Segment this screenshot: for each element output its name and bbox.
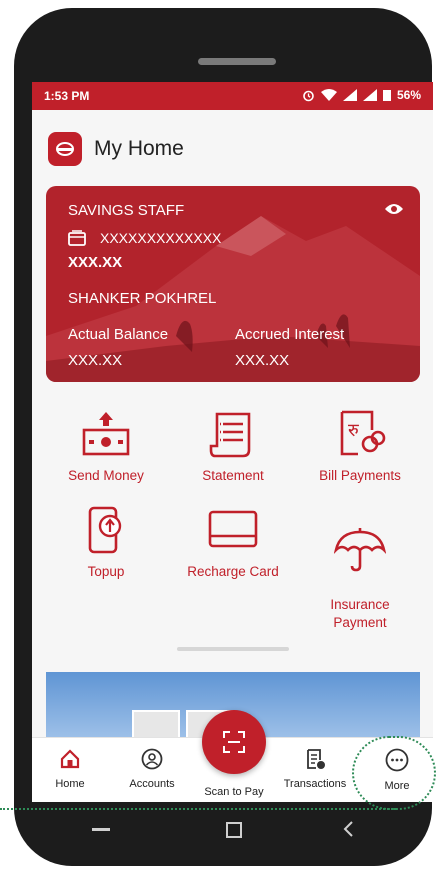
account-number: XXXXXXXXXXXXX <box>100 230 222 246</box>
umbrella-icon <box>334 528 386 572</box>
nav-accounts[interactable]: Accounts <box>122 748 182 790</box>
recharge-card-icon <box>208 510 258 548</box>
home-system-button[interactable] <box>226 822 242 838</box>
highlight-dotted-line <box>0 808 396 810</box>
bill-payments-button[interactable]: रु Bill Payments <box>298 410 422 483</box>
recharge-card-label: Recharge Card <box>187 564 279 579</box>
scan-to-pay-button[interactable] <box>202 710 266 774</box>
drag-handle[interactable] <box>177 647 289 651</box>
page-header: My Home <box>48 132 184 166</box>
statement-icon <box>209 412 251 458</box>
topup-label: Topup <box>87 564 125 579</box>
app-screen: 1:53 PM 56% My Home SAVINGS STAFF XXXXXX… <box>32 82 433 802</box>
signal-icon-2 <box>362 89 377 101</box>
topup-button[interactable]: Topup <box>44 506 168 579</box>
home-icon <box>60 749 80 769</box>
account-card[interactable]: SAVINGS STAFF XXXXXXXXXXXXX XXX.XX SHANK… <box>46 186 420 382</box>
send-money-label: Send Money <box>68 468 144 483</box>
back-icon[interactable] <box>342 820 354 838</box>
bill-payments-icon: रु <box>340 410 386 456</box>
account-balance: XXX.XX <box>68 254 123 271</box>
svg-text:रु: रु <box>348 420 359 441</box>
transactions-icon <box>307 749 325 769</box>
account-holder-name: SHANKER POKHREL <box>68 290 217 307</box>
highlight-circle <box>352 736 436 810</box>
accounts-icon <box>141 748 163 770</box>
send-money-icon <box>82 412 130 456</box>
nav-transactions-label: Transactions <box>283 778 347 790</box>
scan-icon <box>223 731 245 753</box>
accrued-interest-value: XXX.XX <box>235 352 290 369</box>
system-navigation-bar <box>32 806 433 856</box>
accrued-interest-label: Accrued Interest <box>235 326 345 343</box>
phone-speaker <box>198 58 276 65</box>
send-money-button[interactable]: Send Money <box>44 410 168 483</box>
nav-home-label: Home <box>55 778 85 790</box>
scan-to-pay-label: Scan to Pay <box>204 786 264 798</box>
topup-icon <box>88 506 122 554</box>
nav-home[interactable]: Home <box>46 748 94 790</box>
wifi-icon <box>320 89 337 101</box>
nav-transactions[interactable]: Transactions <box>278 748 352 790</box>
actual-balance-label: Actual Balance <box>68 326 169 343</box>
signal-icon <box>342 89 357 101</box>
eye-icon[interactable] <box>384 202 404 216</box>
battery-percent: 56% <box>396 88 421 102</box>
bill-payments-label: Bill Payments <box>319 468 401 483</box>
bank-logo <box>48 132 82 166</box>
wallet-icon <box>68 230 86 246</box>
account-type: SAVINGS STAFF <box>68 202 185 219</box>
status-time: 1:53 PM <box>44 89 90 103</box>
battery-icon <box>382 90 391 101</box>
statement-button[interactable]: Statement <box>171 410 295 483</box>
status-bar: 1:53 PM 56% <box>32 82 433 110</box>
alarm-icon <box>303 90 314 101</box>
insurance-payment-button[interactable]: Insurance Payment <box>298 506 422 632</box>
nav-accounts-label: Accounts <box>129 778 175 790</box>
statement-label: Statement <box>202 468 264 483</box>
page-title: My Home <box>94 137 184 160</box>
status-icons: 56% <box>302 88 421 102</box>
recharge-card-button[interactable]: Recharge Card <box>171 506 295 579</box>
actual-balance-value: XXX.XX <box>68 352 123 369</box>
recent-apps-button[interactable] <box>92 828 110 831</box>
insurance-payment-label: Insurance Payment <box>330 597 390 630</box>
